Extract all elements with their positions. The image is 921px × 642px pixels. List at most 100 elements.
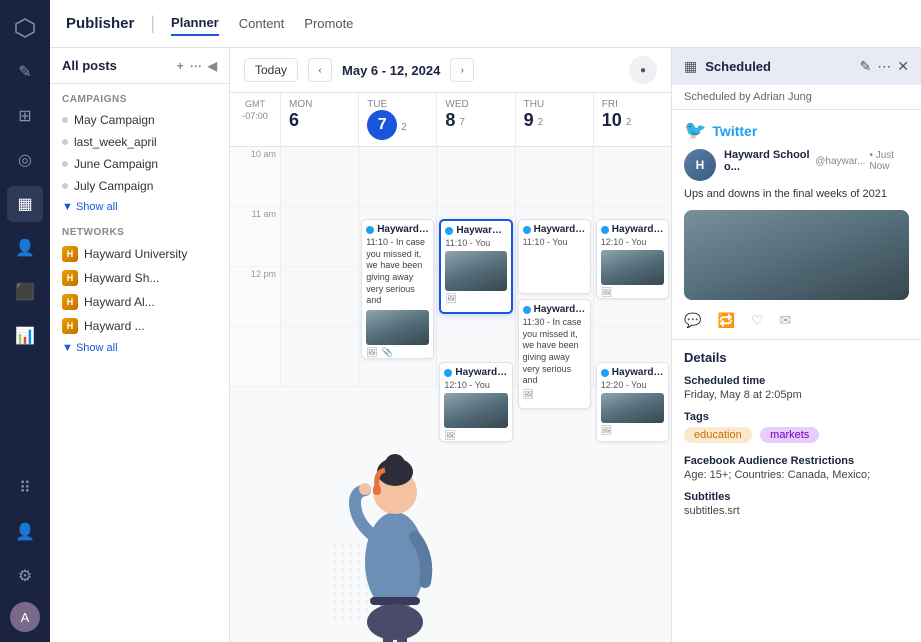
tab-planner[interactable]: Planner (171, 11, 219, 36)
card-image-icon: 🖼 (444, 430, 455, 441)
event-card-wed-2[interactable]: Hayward Un... 12:10 - You 🖼 (439, 362, 512, 442)
network-name: Hayward University (84, 247, 187, 261)
twitter-dot (444, 369, 452, 377)
fb-restrictions-row: Facebook Audience Restrictions Age: 15+;… (684, 455, 909, 481)
campaigns-section-label: CAMPAIGNS (50, 84, 229, 109)
people-icon[interactable]: 👤 (7, 230, 43, 266)
panel-close-icon[interactable]: ✕ (897, 58, 909, 75)
day-cell (437, 147, 514, 207)
campaign-item[interactable]: June Campaign (50, 153, 229, 175)
next-button[interactable]: › (450, 58, 474, 82)
event-card-tue-1[interactable]: Hayward Un... 11:10 - In case you missed… (361, 219, 434, 359)
user-avatar[interactable]: A (10, 602, 40, 632)
network-item[interactable]: H Hayward ... (50, 314, 229, 338)
day-cell (281, 267, 358, 327)
filter-add-icon[interactable]: + (177, 59, 184, 73)
tags-label: Tags (684, 411, 909, 423)
tweet-avatar: H (684, 149, 716, 181)
date-range: May 6 - 12, 2024 (342, 63, 440, 78)
card-title: Hayward Un... (455, 367, 507, 378)
campaign-item[interactable]: July Campaign (50, 175, 229, 197)
prev-button[interactable]: ‹ (308, 58, 332, 82)
settings-icon[interactable]: ⚙ (7, 558, 43, 594)
calendar-icon[interactable]: ▦ (7, 186, 43, 222)
subtitles-value: subtitles.srt (684, 505, 909, 517)
scheduled-by: Scheduled by Adrian Jung (672, 85, 921, 110)
network-item[interactable]: H Hayward Al... (50, 290, 229, 314)
twitter-dot (601, 226, 609, 234)
network-icon: H (62, 246, 78, 262)
card-footer: 🖼 📎 (366, 347, 429, 358)
tweet-like-icon[interactable]: ♡ (751, 312, 764, 329)
view-settings[interactable]: ● (629, 56, 657, 84)
filter-collapse-icon[interactable]: ◀ (208, 59, 217, 73)
time-column: 10 am 11 am 12 pm (230, 147, 280, 387)
tweet-text: Ups and downs in the final weeks of 2021 (684, 187, 909, 202)
twitter-dot (366, 226, 374, 234)
grid-icon[interactable]: ⊞ (7, 98, 43, 134)
panel-title-row: ▦ Scheduled (684, 58, 771, 75)
campaign-dot (62, 183, 68, 189)
day-cell (281, 207, 358, 267)
chart-icon[interactable]: 📊 (7, 318, 43, 354)
panel-more-icon[interactable]: ⋯ (877, 58, 891, 75)
day-col-thu: Hayward Un... 11:10 - You Hayward Un... … (515, 147, 593, 387)
tab-promote[interactable]: Promote (304, 12, 353, 35)
campaign-name: May Campaign (74, 113, 155, 127)
day-cell (594, 147, 671, 207)
card-title: Hayward Un... (377, 224, 429, 235)
twitter-header: 🐦 Twitter (684, 120, 909, 141)
compose-icon[interactable]: ✎ (7, 54, 43, 90)
target-icon[interactable]: ◎ (7, 142, 43, 178)
event-card-thu-1[interactable]: Hayward Un... 11:10 - You (518, 219, 591, 294)
network-item[interactable]: H Hayward University (50, 242, 229, 266)
tweet-share-icon[interactable]: ✉ (779, 312, 791, 329)
tags-container: education markets (684, 425, 909, 445)
tweet-reply-icon[interactable]: 💬 (684, 312, 701, 329)
network-icon: H (62, 270, 78, 286)
event-card-fri-2[interactable]: Hayward Un... 12:20 - You 🖼 (596, 362, 669, 442)
card-text: 11:10 - In case you missed it, we have b… (366, 237, 429, 307)
tweet-retweet-icon[interactable]: 🔁 (717, 312, 734, 329)
filter-more-icon[interactable]: ⋯ (190, 59, 202, 73)
campaign-item[interactable]: May Campaign (50, 109, 229, 131)
tag-markets[interactable]: markets (760, 427, 819, 443)
panel-edit-icon[interactable]: ✎ (860, 58, 872, 75)
campaign-item[interactable]: last_week_april (50, 131, 229, 153)
dots-decoration (331, 542, 411, 622)
panel-calendar-icon: ▦ (684, 58, 697, 75)
card-footer: 🖼 (601, 287, 664, 298)
networks-show-all[interactable]: ▼ Show all (50, 338, 229, 358)
card-time: 12:20 - You (601, 380, 664, 390)
apps-icon[interactable]: ⠿ (7, 470, 43, 506)
time-slot: 10 am (230, 147, 280, 207)
campaigns-show-all[interactable]: ▼ Show all (50, 197, 229, 217)
tweet-username: Hayward School o... (724, 149, 811, 173)
event-card-thu-2[interactable]: Hayward Un... 11:30 - In case you missed… (518, 299, 591, 409)
shield-icon[interactable]: ⬛ (7, 274, 43, 310)
network-item[interactable]: H Hayward Sh... (50, 266, 229, 290)
tweet-time: • Just Now (869, 150, 909, 172)
card-image-icon: 🖼 (445, 293, 456, 304)
today-button[interactable]: Today (244, 58, 298, 82)
logo-icon[interactable] (7, 10, 43, 46)
event-card-wed-1[interactable]: Hayward Un... 11:10 - You 🖼 (439, 219, 512, 314)
user-icon[interactable]: 👤 (7, 514, 43, 550)
twitter-dot (523, 306, 531, 314)
card-image (366, 310, 429, 345)
filter-title: All posts (62, 58, 117, 73)
twitter-dot (523, 226, 531, 234)
scheduled-time-label: Scheduled time (684, 375, 909, 387)
campaign-dot (62, 139, 68, 145)
card-image (601, 393, 664, 423)
subtitles-label: Subtitles (684, 491, 909, 503)
calendar-header: GMT-07:00 Mon 6 Tue 7 2 Wed (230, 93, 671, 147)
tweet-user-row: H Hayward School o... @haywar... • Just … (684, 149, 909, 181)
calendar-area: Today ‹ May 6 - 12, 2024 › ● GMT-07:00 M… (230, 48, 671, 642)
event-card-fri-1[interactable]: Hayward Un... 12:10 - You 🖼 (596, 219, 669, 299)
card-time: 12:10 - You (601, 237, 664, 247)
nav-tabs: Planner Content Promote (171, 11, 353, 36)
tag-education[interactable]: education (684, 427, 752, 443)
tab-content[interactable]: Content (239, 12, 285, 35)
network-name: Hayward ... (84, 319, 145, 333)
